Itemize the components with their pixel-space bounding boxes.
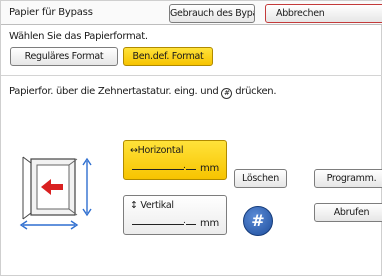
horizontal-label: ↔Horizontal [130,145,184,156]
vertical-unit: mm [200,218,219,229]
entry-hint: Papierfor. über die Zehnertastatur. eing… [9,86,277,99]
format-hint: Wählen Sie das Papierformat. [9,31,148,42]
vertical-input[interactable]: ↕ Vertikal . mm [123,195,227,235]
recall-button[interactable]: Abrufen [314,203,382,222]
title-bar: Papier für Bypass Gebrauch des Bypass Ab… [1,1,382,25]
custom-format-button[interactable]: Ben.def. Format [123,47,213,66]
divider [1,75,382,76]
clear-button[interactable]: Löschen [234,169,287,188]
horizontal-input[interactable]: ↔Horizontal . mm [123,140,227,180]
cancel-button[interactable]: Abbrechen [265,4,382,23]
entry-hint-suffix: drücken. [235,86,277,97]
entry-hint-text: Papierfor. über die Zehnertastatur. eing… [9,86,219,97]
bypass-tray-diagram [19,156,92,230]
width-dimension-icon [19,220,79,230]
horizontal-unit: mm [200,163,219,174]
horizontal-arrow-icon: ↔ [130,145,138,156]
vertical-arrow-icon: ↕ [130,200,138,211]
use-bypass-button[interactable]: Gebrauch des Bypass [169,4,255,23]
vertical-integer-blank [132,224,184,225]
height-dimension-icon [82,157,92,217]
hash-key-icon: # [221,88,233,99]
regular-format-button[interactable]: Reguläres Format [10,47,118,66]
program-button[interactable]: Programm. [314,169,382,188]
vertical-decimal-blank [186,224,196,225]
horizontal-decimal-blank [186,169,196,170]
vertical-label: ↕ Vertikal [130,200,174,211]
dialog-frame: Papier für Bypass Gebrauch des Bypass Ab… [0,0,382,276]
dialog-title: Papier für Bypass [9,7,93,18]
hash-button[interactable]: # [243,206,273,236]
horizontal-integer-blank [132,169,184,170]
